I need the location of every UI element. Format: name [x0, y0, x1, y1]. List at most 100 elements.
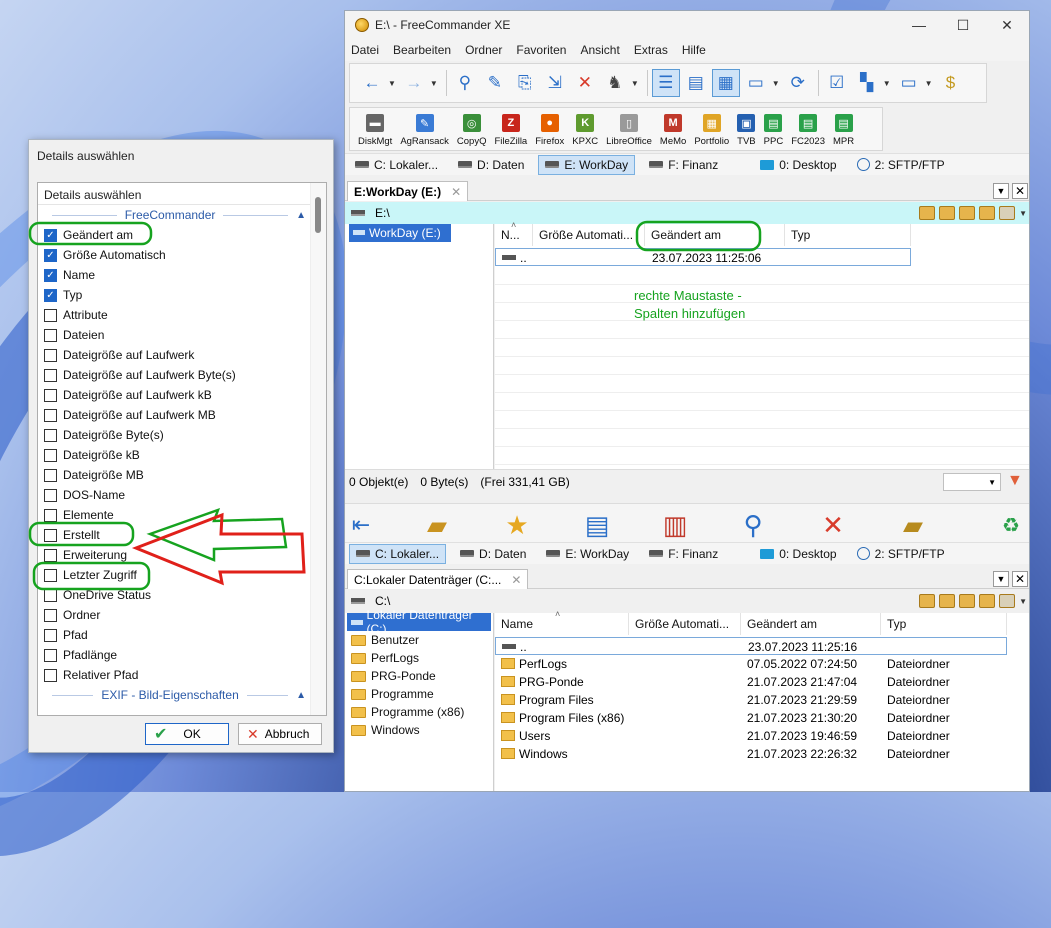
filter-dropdown[interactable]: ▼ [943, 473, 1001, 491]
menu-favoriten[interactable]: Favoriten [516, 43, 566, 57]
close-tab-icon[interactable]: ✕ [511, 573, 521, 587]
column-header-name[interactable]: Name [495, 613, 629, 635]
checkbox-item[interactable]: Dateigröße MB [38, 465, 326, 485]
checkbox-icon[interactable] [44, 448, 57, 462]
binoculars-icon[interactable]: ♞ [601, 69, 629, 97]
close-button[interactable]: ✕ [985, 11, 1029, 39]
checkbox-item[interactable]: Dateien [38, 325, 326, 345]
group-exif[interactable]: EXIF - Bild-Eigenschaften ▲ [38, 685, 326, 705]
tool-tvb[interactable]: ▣ TVB [737, 114, 756, 147]
chevron-down-icon[interactable]: ▼ [772, 79, 780, 88]
drive-button-1[interactable]: D: Daten [454, 544, 532, 564]
refresh-icon[interactable]: ⟳ [784, 69, 812, 97]
drive-button-3[interactable]: F: Finanz [643, 155, 724, 175]
checkbox-item[interactable]: Dateigröße auf Laufwerk kB [38, 385, 326, 405]
column-header-modified[interactable]: Geändert am [741, 613, 881, 635]
copy-path-icon[interactable] [999, 594, 1016, 608]
search-icon[interactable]: ⚲ [737, 510, 769, 540]
up-folder-icon[interactable] [959, 594, 976, 608]
tab-workday[interactable]: E:WorkDay (E:) ✕ [347, 181, 469, 201]
checkbox-checked-icon[interactable]: ✓ [44, 288, 57, 302]
checkbox-item[interactable]: Dateigröße kB [38, 445, 326, 465]
details-view-icon[interactable]: ▦ [711, 69, 740, 97]
checkbox-item[interactable]: Erstellt [38, 525, 326, 545]
checkbox-icon[interactable] [44, 328, 57, 342]
checkbox-icon[interactable] [44, 388, 57, 402]
checkbox-checked-icon[interactable]: ✓ [44, 248, 57, 262]
tree-item-programme-x86[interactable]: Programme (x86) [345, 703, 493, 721]
checkbox-item[interactable]: Dateigröße auf Laufwerk MB [38, 405, 326, 425]
tool-copyq[interactable]: ◎ CopyQ [457, 114, 486, 147]
checkbox-checked-icon[interactable]: ✓ [44, 228, 57, 242]
checklist-icon[interactable]: ☑ [823, 69, 851, 97]
delete-icon[interactable]: ✕ [571, 69, 599, 97]
checkbox-checked-icon[interactable]: ✓ [44, 268, 57, 282]
root-folder-icon[interactable] [979, 594, 996, 608]
folder-list-icon[interactable]: ▰ [421, 510, 453, 540]
tree-item-windows[interactable]: Windows [345, 721, 493, 739]
tool-filezilla[interactable]: Z FileZilla [494, 114, 527, 147]
column-header-type[interactable]: Typ [881, 613, 1007, 635]
checkbox-item[interactable]: ✓ Name [38, 265, 326, 285]
checkbox-item[interactable]: Attribute [38, 305, 326, 325]
screen-icon[interactable]: ▭ [895, 69, 923, 97]
tree-item-local-disk[interactable]: Lokaler Datenträger (C:) [347, 608, 491, 636]
checkbox-item[interactable]: Relativer Pfad [38, 665, 326, 685]
minimize-button[interactable]: — [897, 11, 941, 39]
close-panel-icon[interactable]: ✕ [1012, 571, 1028, 587]
chevron-down-icon[interactable]: ▼ [430, 79, 438, 88]
search-icon[interactable]: ⚲ [451, 69, 479, 97]
chevron-up-icon[interactable]: ▲ [296, 690, 306, 701]
drive-button-1[interactable]: D: Daten [452, 155, 530, 175]
tab-c-drive[interactable]: C:Lokaler Datenträger (C:... ✕ [347, 569, 529, 589]
checkbox-item[interactable]: DOS-Name [38, 485, 326, 505]
tree-view-icon[interactable]: ☰ [651, 69, 680, 97]
checkbox-icon[interactable] [44, 548, 57, 562]
history-icon[interactable] [919, 206, 936, 220]
tool-ppc[interactable]: ▤ PPC [764, 114, 783, 147]
checkbox-item[interactable]: ✓ Geändert am [38, 225, 326, 245]
close-panel-icon[interactable]: ✕ [1012, 183, 1028, 199]
menu-bearbeiten[interactable]: Bearbeiten [393, 43, 451, 57]
checkbox-icon[interactable] [44, 588, 57, 602]
checkbox-icon[interactable] [44, 308, 57, 322]
tree-item-prg-ponde[interactable]: PRG-Ponde [345, 667, 493, 685]
chevron-down-icon[interactable]: ▼ [631, 79, 639, 88]
tab-menu-chevron-icon[interactable]: ▼ [993, 571, 1009, 587]
ok-button[interactable]: ✔ OK [145, 723, 229, 745]
sync-folder-icon[interactable]: ▰ [897, 510, 929, 540]
up-folder-icon[interactable] [959, 206, 976, 220]
drive-button-5[interactable]: 2: SFTP/FTP [851, 155, 951, 175]
checkbox-item[interactable]: Elemente [38, 505, 326, 525]
checkbox-icon[interactable] [44, 568, 57, 582]
drive-button-4[interactable]: 0: Desktop [754, 155, 842, 175]
checkbox-item[interactable]: Erweiterung [38, 545, 326, 565]
column-header-modified[interactable]: Geändert am [645, 224, 785, 246]
drive-button-0[interactable]: C: Lokaler... [349, 543, 447, 564]
compare-file-icon[interactable]: ▥ [659, 510, 691, 540]
scrollbar[interactable] [310, 183, 326, 715]
favorite-folder-icon[interactable] [939, 206, 956, 220]
new-file-icon[interactable]: ▤ [581, 510, 613, 540]
group-freecommander[interactable]: FreeCommander ▲ [38, 205, 326, 225]
drive-button-0[interactable]: C: Lokaler... [349, 155, 444, 175]
checkbox-icon[interactable] [44, 628, 57, 642]
chevron-up-icon[interactable]: ▲ [296, 210, 306, 221]
checkbox-icon[interactable] [44, 368, 57, 382]
preview-icon[interactable]: ▭ [742, 69, 770, 97]
tool-memo[interactable]: M MeMo [660, 114, 686, 147]
layout-icon[interactable]: ▚ [853, 69, 881, 97]
tree-item-perflogs[interactable]: PerfLogs [345, 649, 493, 667]
drive-button-3[interactable]: F: Finanz [643, 544, 724, 564]
tool-firefox[interactable]: ● Firefox [535, 114, 564, 147]
column-header-size[interactable]: Größe Automati... [629, 613, 741, 635]
delete-icon[interactable]: ✕ [817, 510, 849, 540]
checkbox-icon[interactable] [44, 508, 57, 522]
table-row[interactable]: Users 21.07.2023 19:46:59 Dateiordner [495, 727, 1007, 745]
tool-mpr[interactable]: ▤ MPR [833, 114, 854, 147]
edit-icon[interactable]: ✎ [481, 69, 509, 97]
filter-icon[interactable]: ▼ [1007, 472, 1023, 490]
tool-libreoffice[interactable]: ▯ LibreOffice [606, 114, 652, 147]
menu-extras[interactable]: Extras [634, 43, 668, 57]
title-bar[interactable]: E:\ - FreeCommander XE — ☐ ✕ [345, 11, 1029, 39]
